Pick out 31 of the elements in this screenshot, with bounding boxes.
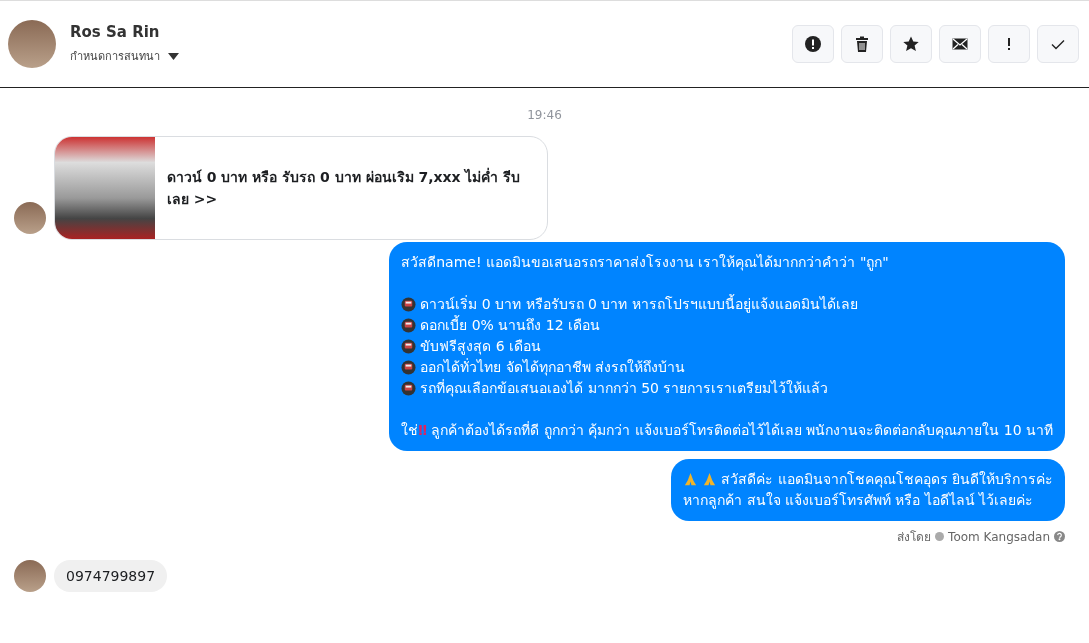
avatar	[14, 202, 46, 234]
avatar	[14, 560, 46, 592]
message-line: ดอกเบี้ย 0% นานถึง 12 เดือน	[420, 315, 601, 335]
link-preview-card[interactable]: ดาวน์ 0 บาท หรือ รับรถ 0 บาท ผ่อนเริม 7,xxx ไม่ค่ำ รีบเลย >>	[54, 136, 548, 240]
alert-button[interactable]	[792, 25, 834, 63]
star-button[interactable]	[890, 25, 932, 63]
help-icon[interactable]	[1054, 531, 1065, 542]
timestamp: 19:46	[526, 108, 563, 122]
mail-icon	[952, 36, 968, 52]
message-line: รถที่คุณเลือกข้อเสนอเองได้ มากกว่า 50 รายการเราเตรียมไว้ให้แล้ว	[420, 378, 829, 399]
message-bubble: 0974799897	[54, 560, 168, 592]
message-line: ขับฟรีสูงสุด 6 เดือน	[420, 337, 542, 357]
contact-name: Ros Sa Rin	[70, 23, 161, 41]
conversation-settings-link[interactable]: กำหนดการสนทนา	[70, 47, 160, 65]
message-line: ออกได้ทั่วไทย จัดได้ทุกอาชีพ ส่งรถให้ถึงบ้าน	[420, 357, 686, 378]
star-icon	[903, 36, 919, 52]
check-button[interactable]	[1037, 25, 1079, 63]
alert-icon	[805, 36, 821, 52]
message-line: สวัสดีค่ะ แอดมินจากโชคคุณโชคอุดร ยินดีให้บริการค่ะ	[721, 470, 1053, 490]
sender-name[interactable]: Toom Kangsadan	[948, 529, 1050, 544]
avatar	[8, 20, 56, 68]
preview-title: ดาวน์ 0 บาท หรือ รับรถ 0 บาท ผ่อนเริม 7,xxx ไม่ค่ำ รีบเลย >>	[166, 166, 522, 209]
message-line: ดาวน์เริ่ม 0 บาท หรือรับรถ 0 บาท หารถโปรฯแบบนี้อยู่แจ้งแอดมินได้เลย	[420, 294, 858, 315]
trash-button[interactable]	[841, 25, 883, 63]
mail-button[interactable]	[939, 25, 981, 63]
message-line: สวัสดีname! แอดมินขอเสนอรถราคาส่งโรงงาน เราให้คุณได้มากกว่าคำว่า "ถูก"	[401, 253, 889, 273]
caret-icon[interactable]	[168, 52, 179, 60]
sent-by-label: ส่งโดย	[897, 529, 932, 546]
message-line: ใช่‼ ลูกค้าต้องได้รถที่ดี ถูกกว่า คุ้มกว่า แจ้งเบอร์โทรติดต่อไว้ได้เลย พนักงานจะติดต่อกลับคุณภายใน 10 นาที	[401, 420, 1053, 441]
trash-icon	[854, 36, 870, 52]
message-line: หากลูกค้า สนใจ แจ้งเบอร์โทรศัพท์ หรือ ไอดีไลน์ ไว้เลยค่ะ	[683, 491, 1034, 511]
